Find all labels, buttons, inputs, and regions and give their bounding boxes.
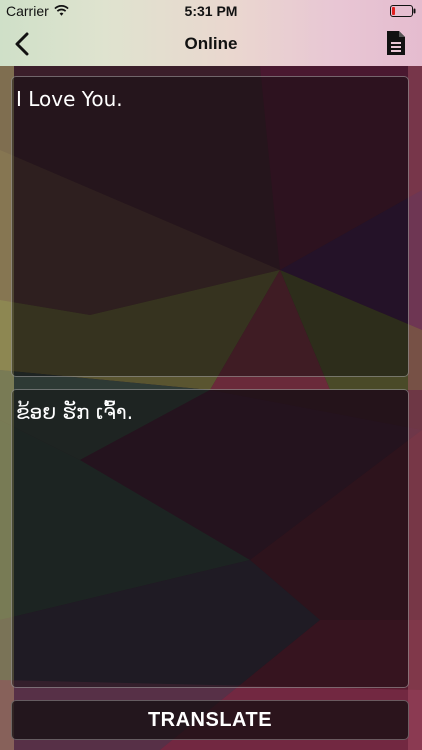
page-title: Online [184, 34, 238, 53]
document-button[interactable] [382, 26, 410, 60]
document-icon [387, 31, 405, 55]
translated-text-area[interactable]: ຂ້ອຍ ຮັກ ເຈົ້າ. [11, 389, 409, 688]
source-text-area[interactable]: I Love You. [11, 76, 409, 377]
status-bar: Carrier 5:31 PM [0, 0, 422, 22]
navigation-bar: Online [0, 22, 422, 66]
status-time: 5:31 PM [184, 3, 238, 19]
translate-button[interactable]: TRANSLATE [11, 700, 409, 740]
battery-low-icon [390, 5, 416, 17]
source-text: I Love You. [16, 87, 123, 111]
header: Carrier 5:31 PM Online [0, 0, 422, 66]
translated-text: ຂ້ອຍ ຮັກ ເຈົ້າ. [16, 400, 134, 424]
